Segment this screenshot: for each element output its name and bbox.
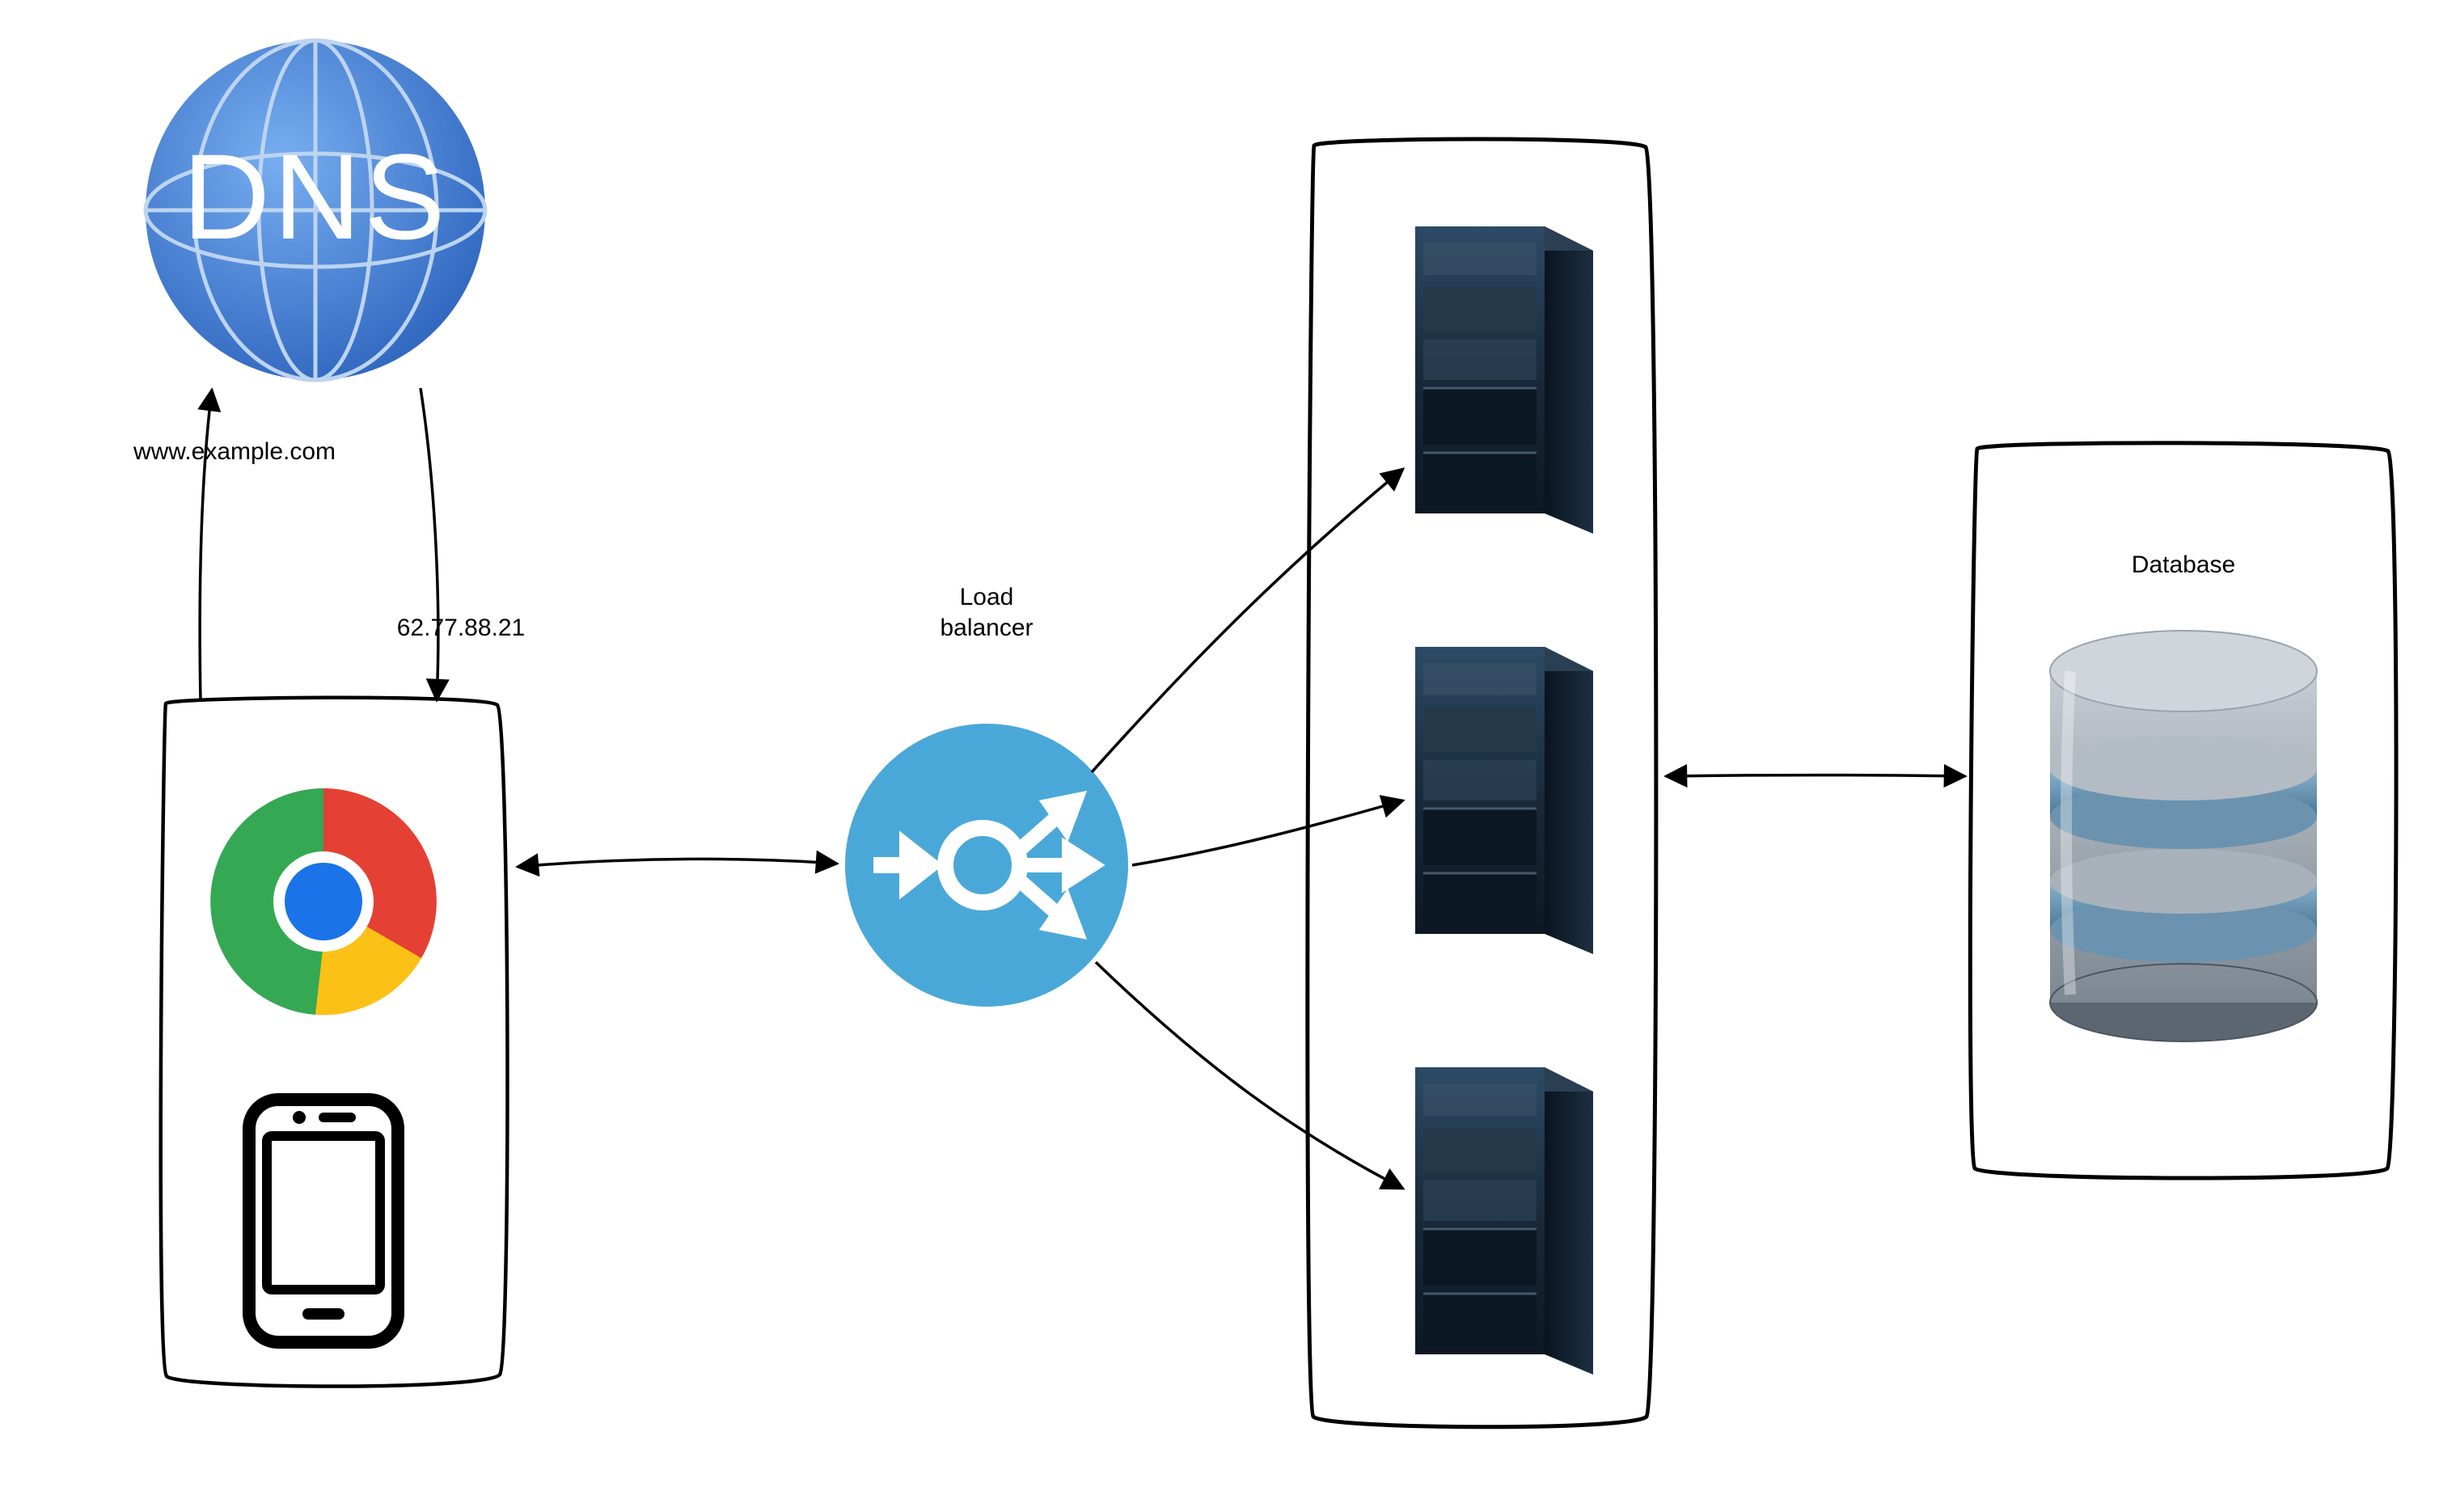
edge-lb-server2: [1132, 800, 1403, 865]
label-database: Database: [2107, 550, 2260, 581]
diagram-svg: DNS: [0, 0, 2439, 1512]
phone-icon: [249, 1100, 398, 1342]
server-1-icon: [1415, 226, 1593, 534]
dns-icon: DNS: [146, 40, 485, 380]
dns-text: DNS: [183, 129, 449, 264]
edge-lb-server1: [1092, 469, 1403, 772]
edge-dns-to-client: [421, 388, 438, 700]
label-ip: 62.77.88.21: [372, 613, 550, 644]
chrome-icon: [210, 788, 437, 1015]
load-balancer-icon: [845, 724, 1128, 1007]
diagram-stage: DNS: [0, 0, 2439, 1512]
server-3-icon: [1415, 1067, 1593, 1375]
edge-client-loadbalancer: [518, 859, 837, 867]
database-icon: [2050, 631, 2317, 1041]
edge-cluster-database: [1666, 775, 1965, 777]
edge-lb-server3: [1096, 962, 1403, 1189]
label-domain: www.example.com: [121, 437, 348, 467]
server-2-icon: [1415, 647, 1593, 954]
label-load-balancer: Load balancer: [898, 582, 1076, 643]
